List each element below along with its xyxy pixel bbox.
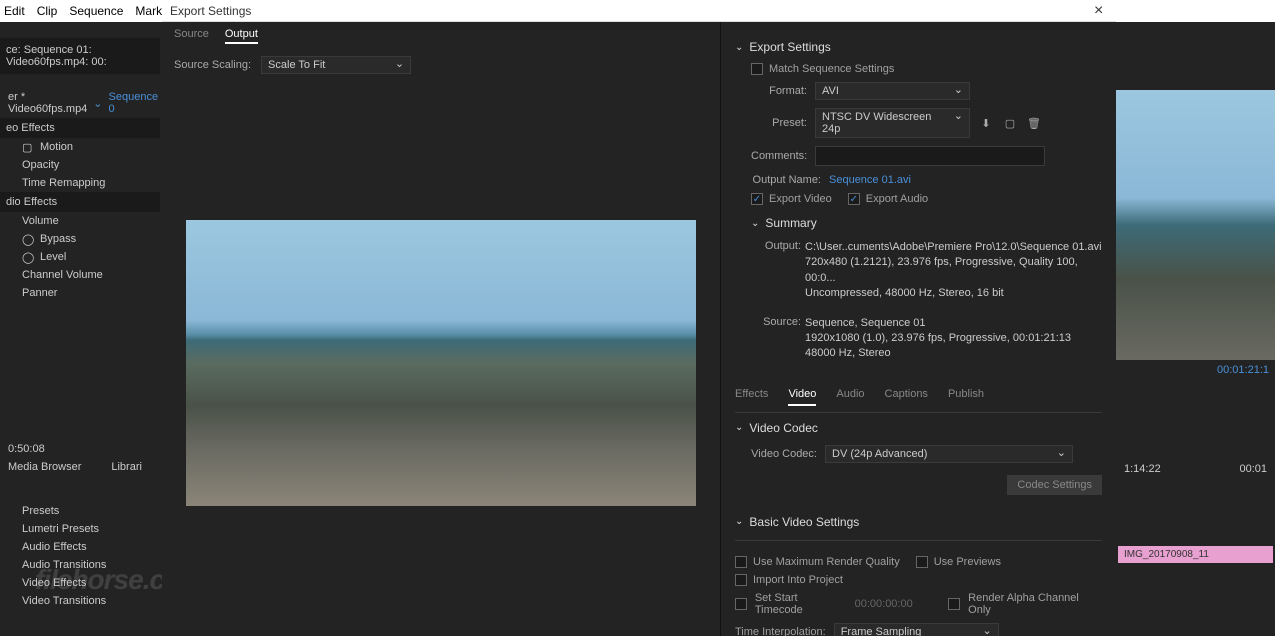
volume-item[interactable]: Volume: [0, 212, 160, 230]
use-previews-label: Use Previews: [934, 556, 1001, 568]
match-sequence-checkbox[interactable]: [751, 63, 763, 75]
preview-image: [186, 220, 696, 506]
file-label: er * Video60fps.mp4: [8, 91, 87, 115]
basic-video-section[interactable]: ⌄ Basic Video Settings: [735, 515, 1102, 529]
tab-audio[interactable]: Audio: [836, 388, 864, 406]
opacity-item[interactable]: Opacity: [0, 156, 160, 174]
time-remapping-item[interactable]: Time Remapping: [0, 174, 160, 192]
summary-source-label: Source:: [759, 316, 801, 362]
use-previews-checkbox[interactable]: [916, 556, 928, 568]
level-item[interactable]: Level: [40, 251, 66, 263]
export-audio-label: Export Audio: [866, 193, 928, 205]
chevron-down-icon: ⌄: [735, 422, 743, 433]
timeline-preview-thumbnail: [1116, 90, 1275, 360]
preset-select[interactable]: NTSC DV Widescreen 24p: [815, 108, 970, 138]
timecode-right: 00:01:21:1: [1116, 360, 1275, 380]
motion-icon: ▢: [22, 141, 34, 153]
match-sequence-label: Match Sequence Settings: [769, 63, 894, 75]
render-alpha-label: Render Alpha Channel Only: [968, 592, 1102, 616]
delete-preset-icon[interactable]: 🗑: [1026, 115, 1042, 131]
comments-label: Comments:: [751, 150, 807, 162]
tc-marker-1: 1:14:22: [1124, 463, 1161, 475]
menu-edit[interactable]: Edit: [4, 4, 25, 18]
tab-video[interactable]: Video: [788, 388, 816, 406]
output-name-link[interactable]: Sequence 01.avi: [829, 174, 911, 186]
comments-input[interactable]: [815, 146, 1045, 166]
video-codec-section[interactable]: ⌄ Video Codec: [735, 421, 1102, 435]
channel-volume-item[interactable]: Channel Volume: [0, 266, 160, 284]
close-icon[interactable]: ×: [1094, 4, 1108, 18]
timeline-clip[interactable]: IMG_20170908_11: [1118, 546, 1273, 563]
source-scaling-select[interactable]: Scale To Fit: [261, 56, 411, 74]
format-label: Format:: [751, 85, 807, 97]
dialog-title: Export Settings: [170, 4, 251, 18]
chevron-down-icon: ⌄: [735, 516, 743, 527]
menu-sequence[interactable]: Sequence: [69, 4, 123, 18]
codec-settings-button: Codec Settings: [1007, 475, 1102, 495]
bypass-icon: ◯: [22, 233, 34, 245]
summary-output-label: Output:: [759, 240, 801, 302]
set-start-timecode-checkbox[interactable]: [735, 598, 747, 610]
summary-section[interactable]: ⌄ Summary: [751, 216, 1102, 230]
chevron-down-icon: ⌄: [735, 42, 743, 53]
start-timecode-value[interactable]: 00:00:00:00: [855, 598, 913, 610]
format-select[interactable]: AVI: [815, 82, 970, 100]
background-right-panel: 00:01:21:1 1:14:22 00:01 IMG_20170908_11: [1116, 22, 1275, 636]
import-preset-icon[interactable]: ▢: [1002, 115, 1018, 131]
import-into-project-label: Import Into Project: [753, 574, 843, 586]
export-video-checkbox[interactable]: [751, 193, 763, 205]
preset-label: Preset:: [751, 117, 807, 129]
time-interpolation-label: Time Interpolation:: [735, 626, 826, 636]
video-codec-select[interactable]: DV (24p Advanced): [825, 445, 1073, 463]
summary-source-text: Sequence, Sequence 01 1920x1080 (1.0), 2…: [805, 316, 1071, 362]
save-preset-icon[interactable]: ⬇: [978, 115, 994, 131]
bypass-item[interactable]: Bypass: [40, 233, 76, 245]
level-icon: ◯: [22, 251, 34, 263]
output-name-label: Output Name:: [751, 174, 821, 186]
max-render-quality-checkbox[interactable]: [735, 556, 747, 568]
tc-marker-2: 00:01: [1239, 463, 1267, 475]
video-effects-header[interactable]: eo Effects: [0, 118, 160, 138]
time-interpolation-select[interactable]: Frame Sampling: [834, 623, 999, 636]
set-start-timecode-label: Set Start Timecode: [755, 592, 847, 616]
media-browser-tab[interactable]: Media Browser: [8, 461, 81, 473]
panner-item[interactable]: Panner: [0, 284, 160, 302]
background-left-panel: ce: Sequence 01: Video60fps.mp4: 00: er …: [0, 22, 160, 636]
motion-item[interactable]: Motion: [40, 141, 73, 153]
tab-publish[interactable]: Publish: [948, 388, 984, 406]
max-render-quality-label: Use Maximum Render Quality: [753, 556, 900, 568]
menu-clip[interactable]: Clip: [37, 4, 58, 18]
audio-effects-item[interactable]: Audio Effects: [0, 538, 160, 556]
libraries-tab[interactable]: Librari: [111, 461, 142, 473]
summary-output-text: C:\User..cuments\Adobe\Premiere Pro\12.0…: [805, 240, 1102, 302]
timecode-display: 0:50:08: [0, 440, 160, 458]
import-into-project-checkbox[interactable]: [735, 574, 747, 586]
tab-captions[interactable]: Captions: [885, 388, 928, 406]
sequence-link[interactable]: Sequence 0: [109, 91, 159, 115]
video-codec-label: Video Codec:: [751, 448, 817, 460]
export-video-label: Export Video: [769, 193, 832, 205]
export-settings-section[interactable]: ⌄ Export Settings: [735, 40, 1102, 54]
breadcrumb-text: ce: Sequence 01: Video60fps.mp4: 00:: [0, 38, 160, 74]
render-alpha-checkbox[interactable]: [948, 598, 960, 610]
tab-output[interactable]: Output: [225, 28, 258, 44]
chevron-down-icon: ⌄: [751, 218, 759, 229]
tab-effects[interactable]: Effects: [735, 388, 768, 406]
export-settings-dialog: Export Settings × Source Output Source S…: [162, 0, 1116, 636]
audio-effects-header[interactable]: dio Effects: [0, 192, 160, 212]
source-scaling-label: Source Scaling:: [174, 59, 251, 71]
export-audio-checkbox[interactable]: [848, 193, 860, 205]
tab-source[interactable]: Source: [174, 28, 209, 44]
presets-item[interactable]: Presets: [0, 502, 160, 520]
lumetri-presets-item[interactable]: Lumetri Presets: [0, 520, 160, 538]
